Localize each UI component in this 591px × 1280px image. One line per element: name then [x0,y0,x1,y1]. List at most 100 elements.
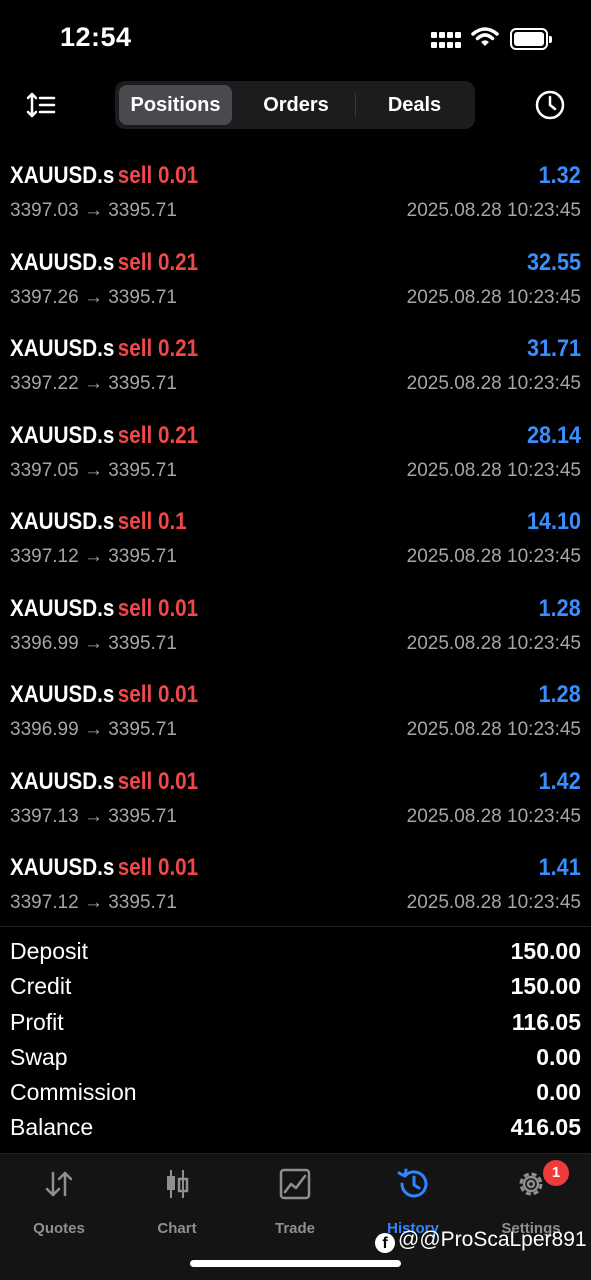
position-row[interactable]: XAUUSD.s sell 0.01 1.28 3396.99 → 3395.71… [0,671,591,758]
sort-icon[interactable] [26,90,58,122]
position-time: 2025.08.28 10:23:45 [406,373,581,394]
candlestick-icon [167,1170,189,1198]
position-symbol: XAUUSD.s [10,767,115,795]
summary-value: 416.05 [510,1114,581,1141]
segmented-control: Positions Orders Deals [115,81,475,129]
position-row[interactable]: XAUUSD.s sell 0.01 1.28 3396.99 → 3395.71… [0,585,591,672]
tab-label: Quotes [33,1220,85,1237]
status-bar: 12:54 [0,0,591,80]
summary-label: Profit [10,1008,64,1035]
position-profit: 1.28 [538,681,581,708]
facebook-icon: f [375,1233,395,1253]
summary-value: 0.00 [536,1079,581,1106]
position-prices: 3397.05 → 3395.71 [10,459,177,481]
position-symbol: XAUUSD.s [10,421,115,449]
divider [0,926,591,927]
notification-badge: 1 [543,1160,569,1186]
watermark-text: @@ProScaLper891 [398,1228,587,1251]
tab-positions[interactable]: Positions [119,85,232,125]
header: Positions Orders Deals [0,80,591,132]
position-time: 2025.08.28 10:23:45 [406,805,581,827]
summary-deposit: Deposit 150.00 [0,935,591,970]
home-indicator[interactable] [190,1260,401,1267]
position-prices: 3396.99 → 3395.71 [10,719,177,740]
position-symbol: XAUUSD.s [10,162,115,189]
battery-icon [510,28,552,50]
position-symbol: XAUUSD.s [10,335,115,362]
quotes-arrows-icon [45,1171,73,1197]
position-row[interactable]: XAUUSD.s sell 0.01 1.41 3397.12 → 3395.71… [0,844,591,931]
position-prices: 3397.22 → 3395.71 [10,373,177,394]
position-prices: 3397.12 → 3395.71 [10,892,177,913]
position-profit: 28.14 [526,421,581,449]
position-prices: 3397.12 → 3395.71 [10,546,177,567]
position-symbol: XAUUSD.s [10,594,115,622]
position-time: 2025.08.28 10:23:45 [406,719,581,740]
summary-value: 116.05 [511,1008,581,1035]
summary-credit: Credit 150.00 [0,970,591,1005]
position-side: sell 0.21 [117,248,199,276]
position-side: sell 0.01 [117,854,199,881]
history-clock-icon [397,1168,428,1198]
position-side: sell 0.01 [117,681,199,708]
tab-trade[interactable]: Trade [236,1164,354,1244]
position-side: sell 0.01 [117,767,199,795]
position-prices: 3396.99 → 3395.71 [10,632,177,654]
position-time: 2025.08.28 10:23:45 [406,286,581,308]
position-side: sell 0.1 [117,508,187,535]
position-profit: 32.55 [526,248,581,276]
position-side: sell 0.01 [117,162,199,189]
position-side: sell 0.21 [117,335,199,362]
tab-orders[interactable]: Orders [237,85,355,125]
trade-chart-icon [279,1168,311,1200]
position-row[interactable]: XAUUSD.s sell 0.01 1.42 3397.13 → 3395.71… [0,758,591,845]
position-profit: 1.28 [538,594,581,622]
summary-commission: Commission 0.00 [0,1076,591,1111]
summary-swap: Swap 0.00 [0,1041,591,1076]
position-prices: 3397.26 → 3395.71 [10,286,177,308]
status-time: 12:54 [60,22,132,52]
position-symbol: XAUUSD.s [10,508,115,535]
position-time: 2025.08.28 10:23:45 [406,632,581,654]
position-row[interactable]: XAUUSD.s sell 0.21 32.55 3397.26 → 3395.7… [0,239,591,326]
tab-quotes[interactable]: Quotes [0,1164,118,1244]
wifi-icon [471,27,499,46]
tab-label: Chart [157,1220,197,1237]
position-symbol: XAUUSD.s [10,681,115,708]
tab-chart[interactable]: Chart [118,1164,236,1244]
tab-deals[interactable]: Deals [356,85,473,125]
position-side: sell 0.01 [117,594,199,622]
position-row[interactable]: XAUUSD.s sell 0.21 28.14 3397.05 → 3395.7… [0,412,591,499]
summary-profit: Profit 116.05 [0,1006,591,1041]
summary-label: Swap [10,1043,68,1070]
position-profit: 1.32 [538,162,581,189]
tab-label: Trade [274,1220,316,1237]
position-symbol: XAUUSD.s [10,854,115,881]
position-profit: 31.71 [526,335,581,362]
position-profit: 14.10 [526,508,581,535]
watermark: f @@ProScaLper891 [375,1228,587,1253]
summary-label: Balance [10,1114,94,1141]
history-clock-icon[interactable] [533,88,567,122]
summary-value: 0.00 [536,1043,581,1070]
summary-value: 150.00 [510,973,581,1000]
position-time: 2025.08.28 10:23:45 [406,200,581,221]
position-row[interactable]: XAUUSD.s sell 0.01 1.32 3397.03 → 3395.71… [0,152,591,239]
cellular-signal-icon [431,30,463,48]
position-row[interactable]: XAUUSD.s sell 0.1 14.10 3397.12 → 3395.71… [0,498,591,585]
position-prices: 3397.13 → 3395.71 [10,805,177,827]
position-side: sell 0.21 [117,421,199,449]
account-summary: Deposit 150.00 Credit 150.00 Profit 116.… [0,935,591,1147]
position-prices: 3397.03 → 3395.71 [10,200,177,221]
summary-label: Credit [10,973,72,1000]
position-symbol: XAUUSD.s [10,248,115,276]
position-time: 2025.08.28 10:23:45 [406,459,581,481]
summary-label: Deposit [10,938,88,964]
position-time: 2025.08.28 10:23:45 [406,546,581,567]
summary-balance: Balance 416.05 [0,1111,591,1146]
summary-value: 150.00 [510,938,581,964]
position-profit: 1.41 [538,854,581,881]
position-time: 2025.08.28 10:23:45 [406,892,581,913]
positions-list: XAUUSD.s sell 0.01 1.32 3397.03 → 3395.71… [0,152,591,931]
position-row[interactable]: XAUUSD.s sell 0.21 31.71 3397.22 → 3395.7… [0,325,591,412]
